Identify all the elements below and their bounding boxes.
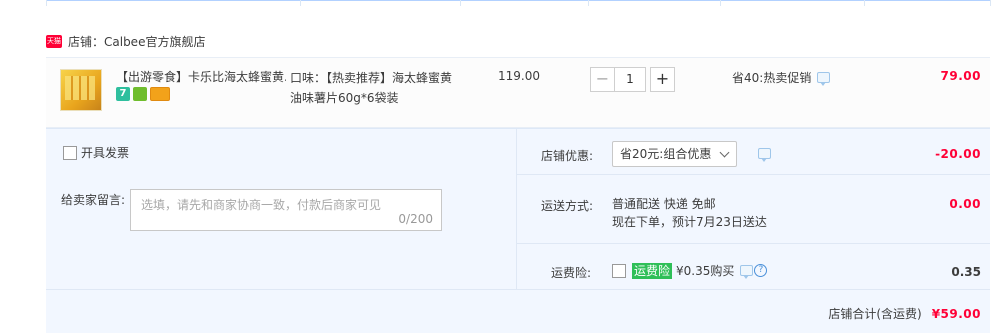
shipping-fee: 0.00 [949,197,981,211]
help-icon[interactable]: ? [754,264,768,277]
chevron-down-icon [719,147,730,158]
insurance-fee: 0.35 [951,265,981,279]
shop-name[interactable]: 店铺：Calbee官方旗舰店 [68,33,205,50]
chat-bubble-icon[interactable] [740,265,754,279]
guarantee-icon[interactable] [133,87,147,101]
chat-bubble-icon[interactable] [758,148,771,162]
message-placeholder: 选填，请先和商家协商一致，付款后商家可见 [141,198,382,212]
shipping-insurance-label: 运费险: [551,266,592,280]
invoice-option[interactable]: 开具发票 [63,144,129,161]
panel-divider [46,289,990,290]
panel-divider-vertical [516,129,517,289]
insurance-checkbox[interactable] [612,263,626,278]
insurance-tag: 运费险 [632,262,673,279]
seller-message-textarea[interactable]: 选填，请先和商家协商一致，付款后商家可见 0/200 [130,189,442,231]
cart-item-row: 【出游零食】卡乐比海太蜂蜜黄... 7 口味：【热卖推荐】海太蜂蜜黄油味薯片60… [46,57,990,128]
quantity-increase-button[interactable]: + [650,67,675,92]
shop-total-label: 店铺合计(含运费) [828,307,922,321]
chat-bubble-icon[interactable] [817,72,831,86]
tmall-icon: 天猫 [46,34,62,48]
top-divider [46,0,990,5]
shipping-method-info: 普通配送 快递 免邮 现在下单，预计7月23日送达 [612,195,767,231]
order-options-panel: 开具发票 给卖家留言: 选填，请先和商家协商一致，付款后商家可见 0/200 店… [46,128,990,333]
item-promotion: 省40:热卖促销 [732,69,831,86]
seller-message-label: 给卖家留言: [61,193,126,207]
product-title[interactable]: 【出游零食】卡乐比海太蜂蜜黄... [116,68,286,85]
shop-discount-label: 店铺优惠: [541,149,594,163]
item-subtotal: 79.00 [940,69,981,83]
credit-card-icon[interactable] [150,87,170,101]
insurance-price-text: ¥0.35购买 [676,264,735,278]
invoice-checkbox[interactable] [63,145,77,160]
shop-discount-amount: -20.00 [935,147,981,161]
shop-total-row: 店铺合计(含运费) ¥59.00 [828,305,981,322]
quantity-input[interactable]: 1 [615,67,646,92]
product-thumbnail[interactable] [60,69,102,111]
shop-header: 天猫 店铺：Calbee官方旗舰店 [46,32,205,50]
promotion-label: 省40:热卖促销 [732,71,812,85]
seven-day-return-icon[interactable]: 7 [116,87,130,101]
panel-divider [516,243,990,244]
shipping-method-text: 普通配送 快递 免邮 [612,197,716,211]
shipping-method-label: 运送方式: [541,199,594,213]
shop-total-amount: ¥59.00 [931,306,981,321]
quantity-stepper: − 1 + [590,67,675,92]
delivery-estimate: 现在下单，预计7月23日送达 [612,215,767,229]
shop-discount-select[interactable]: 省20元:组合优惠 [612,141,737,167]
shipping-insurance-option: 运费险 ¥0.35购买 ? [612,262,768,279]
unit-price: 119.00 [498,69,540,83]
quantity-decrease-button[interactable]: − [590,67,615,92]
invoice-label: 开具发票 [81,146,130,160]
product-sku-attributes: 口味：【热卖推荐】海太蜂蜜黄油味薯片60g*6袋装 [290,71,453,105]
product-badges: 7 [116,87,170,101]
message-char-counter: 0/200 [398,212,433,226]
panel-divider [516,174,990,175]
discount-selected-value: 省20元:组合优惠 [620,147,712,161]
